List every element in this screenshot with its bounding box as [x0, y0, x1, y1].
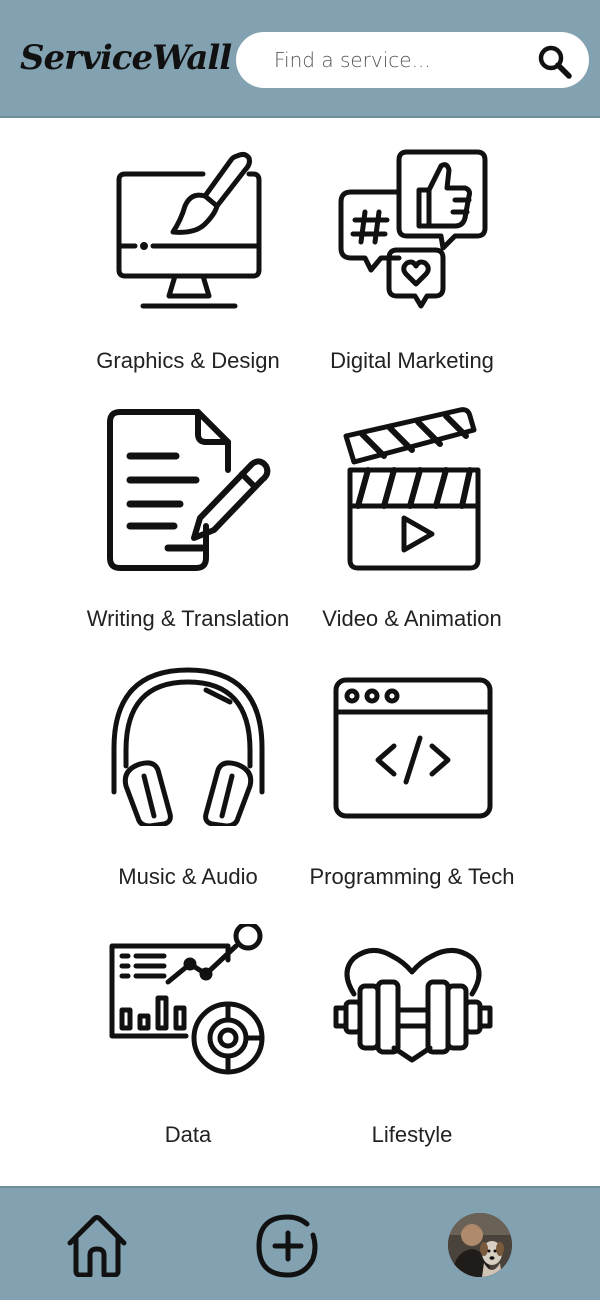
analytics-chart-icon [109, 924, 265, 1075]
home-icon[interactable] [64, 1213, 130, 1277]
social-bubbles-icon [338, 149, 488, 309]
category-label: Programming & Tech [309, 864, 515, 889]
category-grid: Graphics & Design Digital Marketing Writ… [0, 120, 600, 1186]
category-label: Graphics & Design [96, 348, 280, 373]
category-programming-tech[interactable]: Programming & Tech [282, 666, 542, 896]
avatar-photo [448, 1213, 512, 1277]
category-label: Video & Animation [322, 606, 502, 631]
search-input[interactable] [274, 42, 514, 78]
search-icon[interactable] [536, 43, 574, 81]
code-window-icon [333, 677, 493, 819]
app-logo[interactable]: ServiceWall [20, 38, 232, 78]
clapperboard-icon [343, 407, 481, 571]
category-label: Digital Marketing [330, 348, 494, 373]
category-lifestyle[interactable]: Lifestyle [282, 924, 542, 1154]
category-music-audio[interactable]: Music & Audio [58, 666, 318, 896]
top-bar: ServiceWall [0, 0, 600, 118]
category-label: Lifestyle [371, 1122, 453, 1147]
category-graphics-design[interactable]: Graphics & Design [58, 148, 318, 378]
heart-dumbbell-icon [333, 948, 493, 1063]
category-writing-translation[interactable]: Writing & Translation [58, 406, 318, 636]
headphones-icon [111, 667, 265, 826]
category-video-animation[interactable]: Video & Animation [282, 406, 542, 636]
category-label: Data [164, 1122, 212, 1147]
category-data[interactable]: Data [58, 924, 318, 1154]
category-digital-marketing[interactable]: Digital Marketing [282, 148, 542, 378]
add-circle-icon[interactable] [255, 1213, 321, 1279]
monitor-paintbrush-icon [116, 151, 262, 309]
category-label: Music & Audio [118, 864, 258, 889]
document-pencil-icon [107, 409, 271, 571]
category-label: Writing & Translation [86, 606, 290, 631]
avatar[interactable] [448, 1213, 512, 1277]
